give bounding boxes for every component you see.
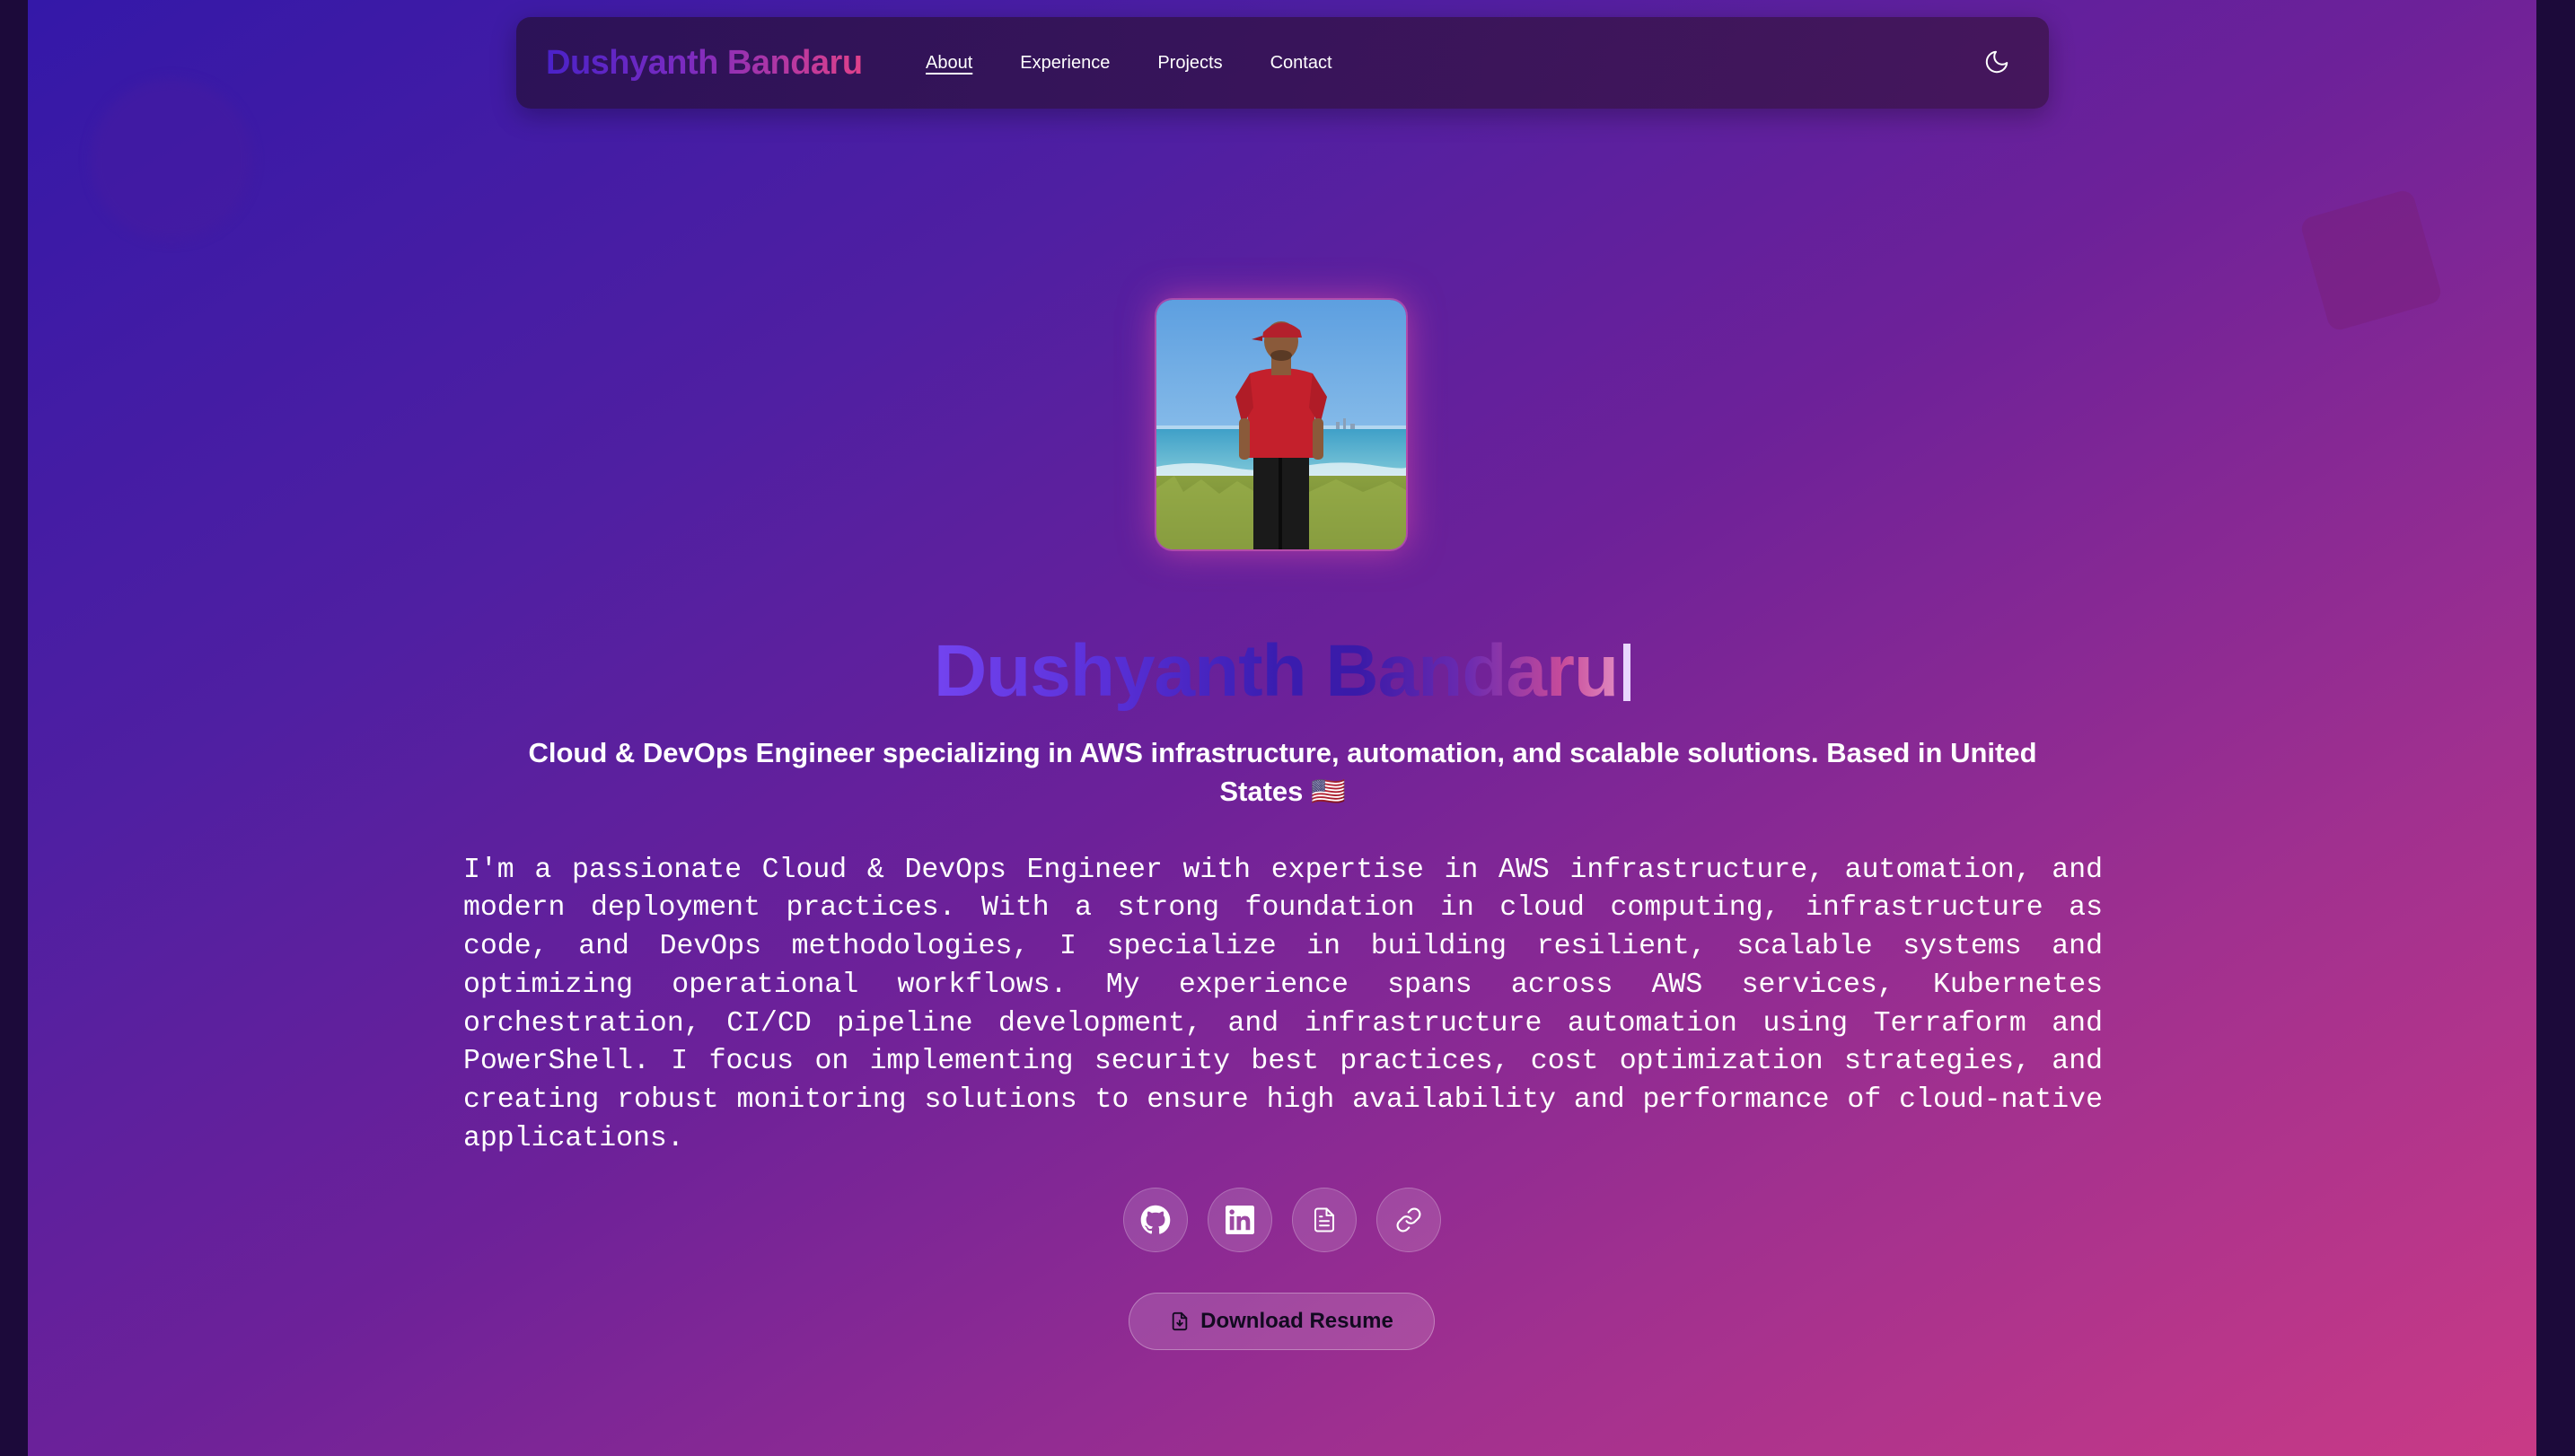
- document-icon: [1314, 1207, 1334, 1232]
- decorative-square: [2298, 188, 2444, 333]
- hero-bio: I'm a passionate Cloud & DevOps Engineer…: [463, 854, 2103, 1155]
- hero-tagline: Cloud & DevOps Engineer specializing in …: [528, 737, 2037, 807]
- github-link[interactable]: [1123, 1188, 1188, 1252]
- nav-link-experience[interactable]: Experience: [1020, 53, 1110, 74]
- linkedin-link[interactable]: [1208, 1188, 1272, 1252]
- link-icon: [1396, 1207, 1421, 1232]
- moon-icon: [1985, 50, 2008, 74]
- navbar: Dushyanth Bandaru About Experience Proje…: [516, 17, 2049, 109]
- nav-links: About Experience Projects Contact: [926, 17, 1380, 109]
- download-resume-label: Download Resume: [1200, 1309, 1393, 1333]
- page-background: Dushyanth Bandaru About Experience Proje…: [28, 0, 2536, 1456]
- linkedin-icon: [1226, 1206, 1254, 1234]
- typing-cursor: [1623, 643, 1631, 701]
- nav-link-about[interactable]: About: [926, 53, 972, 74]
- github-icon: [1140, 1205, 1171, 1234]
- decorative-circle: [91, 79, 252, 241]
- hero-name: Dushyanth Bandaru: [28, 629, 2536, 714]
- website-link[interactable]: [1376, 1188, 1441, 1252]
- social-links: [28, 1188, 2536, 1252]
- download-resume-button[interactable]: Download Resume: [1129, 1293, 1435, 1350]
- profile-photo: [1156, 300, 1406, 549]
- brand-logo[interactable]: Dushyanth Bandaru: [546, 17, 863, 109]
- document-link[interactable]: [1292, 1188, 1357, 1252]
- file-download-icon: [1172, 1311, 1188, 1331]
- nav-link-contact[interactable]: Contact: [1270, 53, 1332, 74]
- nav-link-projects[interactable]: Projects: [1157, 53, 1222, 74]
- theme-toggle-button[interactable]: [1981, 46, 2013, 78]
